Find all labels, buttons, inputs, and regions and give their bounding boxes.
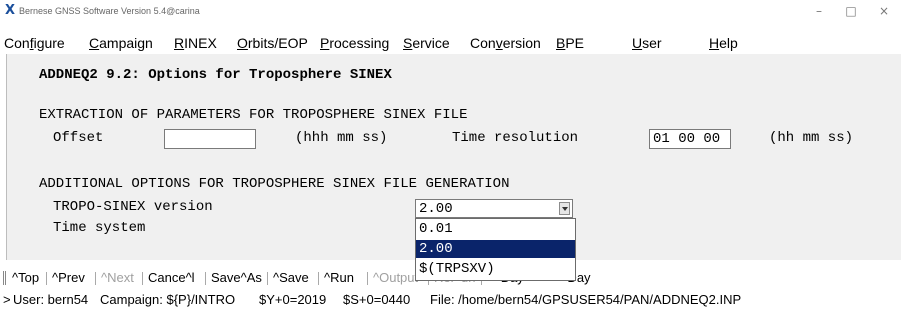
- status-campaign: Campaign: ${P}/INTRO: [100, 292, 236, 307]
- menu-processing[interactable]: Processing: [320, 35, 389, 51]
- toolbar-separator: [95, 272, 96, 285]
- tropo-sinex-version-label: TROPO-SINEX version: [53, 199, 213, 215]
- toolbar-separator: [367, 272, 368, 285]
- options-panel: ADDNEQ2 9.2: Options for Troposphere SIN…: [6, 54, 901, 281]
- menu-help[interactable]: Help: [709, 35, 738, 51]
- status-file-path: File: /home/bern54/GPSUSER54/PAN/ADDNEQ2…: [430, 292, 742, 307]
- toolbar-separator: [318, 272, 319, 285]
- toolbar-separator: [267, 272, 268, 285]
- chevron-down-icon[interactable]: [559, 202, 570, 215]
- bernese-app-icon: X: [5, 3, 16, 18]
- top-button[interactable]: ^Top: [12, 268, 39, 288]
- menu-bar: Configure Campaign RINEX Orbits/EOP Proc…: [0, 33, 901, 53]
- offset-label: Offset: [53, 130, 104, 146]
- cancel-button[interactable]: Cance^l: [148, 268, 195, 288]
- toolbar-separator: [142, 272, 143, 285]
- panel-title: ADDNEQ2 9.2: Options for Troposphere SIN…: [39, 67, 392, 83]
- menu-conversion[interactable]: Conversion: [470, 35, 541, 51]
- next-button[interactable]: ^Next: [101, 268, 134, 288]
- time-resolution-label: Time resolution: [452, 130, 579, 146]
- menu-campaign[interactable]: Campaign: [89, 35, 153, 51]
- save-button[interactable]: ^Save: [273, 268, 309, 288]
- dropdown-option[interactable]: 0.01: [416, 220, 575, 238]
- output-button[interactable]: ^Output: [373, 268, 418, 288]
- tropo-sinex-version-select[interactable]: 2.00: [415, 199, 573, 218]
- tropo-select-value: 2.00: [419, 201, 453, 217]
- minimize-button[interactable]: –: [806, 2, 832, 20]
- status-prompt: >: [3, 292, 11, 307]
- time-system-label: Time system: [53, 220, 146, 236]
- menu-user[interactable]: User: [632, 35, 662, 51]
- close-button[interactable]: ×: [871, 2, 897, 20]
- offset-input[interactable]: [164, 129, 256, 149]
- status-bar: > User: bern54 Campaign: ${P}/INTRO $Y+0…: [0, 290, 901, 309]
- section-additional-options-heading: ADDITIONAL OPTIONS FOR TROPOSPHERE SINEX…: [39, 176, 510, 192]
- status-session: $S+0=0440: [343, 292, 411, 307]
- run-button[interactable]: ^Run: [324, 268, 354, 288]
- toolbar-separator: [205, 272, 206, 285]
- offset-units: (hhh mm ss): [295, 130, 388, 146]
- time-resolution-units: (hh mm ss): [769, 130, 854, 146]
- tropo-version-dropdown-list: 0.01 2.00 $(TRPSXV): [415, 218, 576, 281]
- maximize-button[interactable]: □: [838, 2, 864, 20]
- menu-configure[interactable]: Configure: [4, 35, 65, 51]
- window-title: Bernese GNSS Software Version 5.4@carina: [19, 6, 200, 16]
- toolbar-separator: [46, 272, 47, 285]
- menu-orbits-eop[interactable]: Orbits/EOP: [237, 35, 308, 51]
- title-bar: X Bernese GNSS Software Version 5.4@cari…: [0, 0, 901, 22]
- save-as-button[interactable]: Save^As: [211, 268, 262, 288]
- dropdown-option[interactable]: $(TRPSXV): [416, 260, 575, 278]
- time-resolution-input[interactable]: 01 00 00: [649, 129, 731, 149]
- menu-service[interactable]: Service: [403, 35, 450, 51]
- section-extraction-heading: EXTRACTION OF PARAMETERS FOR TROPOSPHERE…: [39, 107, 468, 123]
- status-user: User: bern54: [13, 292, 89, 307]
- toolbar-grip-handle[interactable]: [3, 271, 6, 285]
- menu-rinex[interactable]: RINEX: [174, 35, 217, 51]
- menu-bpe[interactable]: BPE: [556, 35, 584, 51]
- status-year: $Y+0=2019: [259, 292, 327, 307]
- prev-button[interactable]: ^Prev: [52, 268, 85, 288]
- dropdown-option-selected[interactable]: 2.00: [416, 240, 575, 258]
